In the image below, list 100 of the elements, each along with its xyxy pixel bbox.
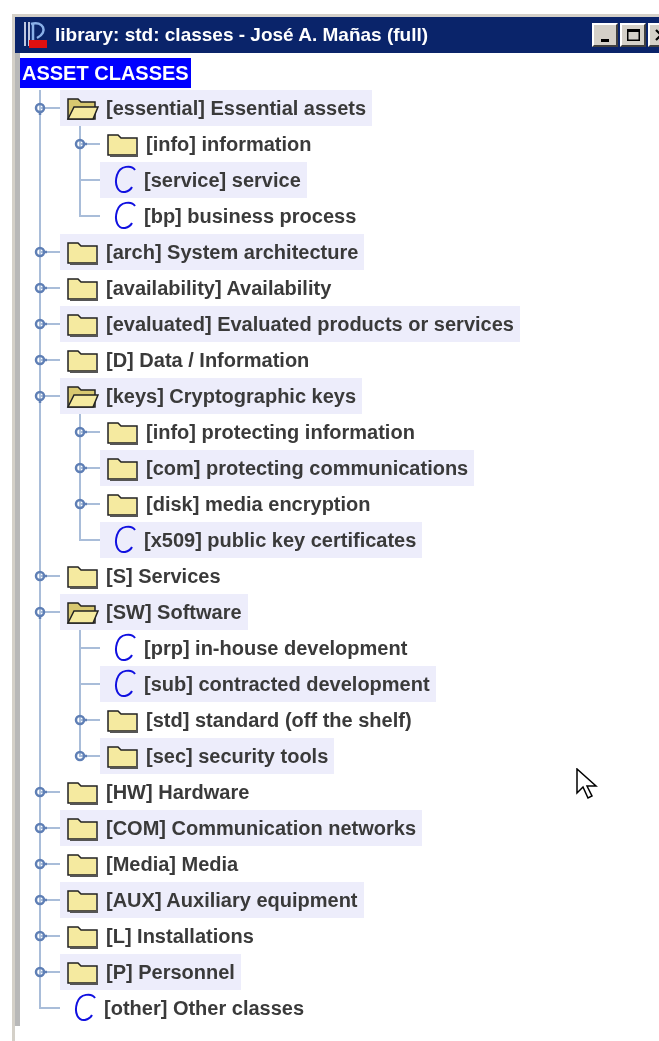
class-c-icon xyxy=(112,201,138,231)
folder-icon xyxy=(66,347,100,373)
tree-item[interactable]: [keys] Cryptographic keys xyxy=(60,378,363,414)
tree-item[interactable]: [std] standard (off the shelf) xyxy=(100,702,418,738)
tree-item[interactable]: [com] protecting communications xyxy=(100,450,475,486)
folder-icon xyxy=(106,491,140,517)
collapsed-handle-icon[interactable] xyxy=(33,353,47,367)
tree-item[interactable]: [service] service xyxy=(100,162,307,198)
folder-icon xyxy=(66,311,100,337)
class-c-icon xyxy=(72,993,98,1023)
folder-icon xyxy=(66,239,100,265)
tree-item[interactable]: [P] Personnel xyxy=(60,954,241,990)
tree-root-label[interactable]: ASSET CLASSES xyxy=(20,58,191,88)
tree-item[interactable]: [evaluated] Evaluated products or services xyxy=(60,306,520,342)
collapsed-handle-icon[interactable] xyxy=(33,857,47,871)
collapsed-handle-icon[interactable] xyxy=(33,569,47,583)
tree-item-label: [com] protecting communications xyxy=(146,456,469,481)
tree-item[interactable]: [other] Other classes xyxy=(60,990,311,1026)
tree-item[interactable]: [info] information xyxy=(100,126,318,162)
class-c-icon xyxy=(112,669,138,699)
tree-item-label: [Media] Media xyxy=(106,852,239,877)
maximize-icon xyxy=(626,29,640,41)
window-title: library: std: classes - José A. Mañas (full) xyxy=(55,22,429,47)
tree-item[interactable]: [SW] Software xyxy=(60,594,248,630)
tree-item[interactable]: [Media] Media xyxy=(60,846,245,882)
tree-item-label: [AUX] Auxiliary equipment xyxy=(106,888,358,913)
tree-item-label: [info] information xyxy=(146,132,312,157)
collapsed-handle-icon[interactable] xyxy=(33,317,47,331)
tree-item[interactable]: [disk] media encryption xyxy=(100,486,377,522)
collapsed-handle-icon[interactable] xyxy=(33,821,47,835)
collapsed-handle-icon[interactable] xyxy=(33,785,47,799)
tree-item[interactable]: [sec] security tools xyxy=(100,738,335,774)
tree-item-label: [sub] contracted development xyxy=(144,672,430,697)
open-folder-icon xyxy=(66,599,100,625)
tree-item-label: [availability] Availability xyxy=(106,276,332,301)
tree-item-label: [arch] System architecture xyxy=(106,240,359,265)
collapsed-handle-icon[interactable] xyxy=(33,281,47,295)
tree-item-label: [P] Personnel xyxy=(106,960,235,985)
collapsed-handle-icon[interactable] xyxy=(73,713,87,727)
tree-item[interactable]: [availability] Availability xyxy=(60,270,338,306)
collapsed-handle-icon[interactable] xyxy=(33,245,47,259)
tree-item-label: [evaluated] Evaluated products or services xyxy=(106,312,514,337)
collapsed-handle-icon[interactable] xyxy=(73,137,87,151)
class-c-icon xyxy=(112,165,138,195)
tree-item-label: [HW] Hardware xyxy=(106,780,250,805)
tree-item[interactable]: [x509] public key certificates xyxy=(100,522,423,558)
minimize-button[interactable] xyxy=(592,23,618,47)
tree-item[interactable]: [info] protecting information xyxy=(100,414,421,450)
collapsed-handle-icon[interactable] xyxy=(73,497,87,511)
folder-icon xyxy=(66,959,100,985)
tree-item-label: [L] Installations xyxy=(106,924,254,949)
maximize-button[interactable] xyxy=(620,23,646,47)
collapsed-handle-icon[interactable] xyxy=(33,929,47,943)
collapsed-handle-icon[interactable] xyxy=(73,425,87,439)
tree-item-label: [disk] media encryption xyxy=(146,492,371,517)
collapsed-handle-icon[interactable] xyxy=(73,461,87,475)
tree-item-label: [info] protecting information xyxy=(146,420,415,445)
tree-item[interactable]: [sub] contracted development xyxy=(100,666,436,702)
tree-item[interactable]: [essential] Essential assets xyxy=(60,90,373,126)
tree-item-label: [SW] Software xyxy=(106,600,242,625)
expanded-handle-icon[interactable] xyxy=(33,101,47,115)
folder-icon xyxy=(66,851,100,877)
tree-item-label: [COM] Communication networks xyxy=(106,816,416,841)
class-c-icon xyxy=(112,525,138,555)
tree-item[interactable]: [D] Data / Information xyxy=(60,342,316,378)
tree-item[interactable]: [HW] Hardware xyxy=(60,774,256,810)
class-c-icon xyxy=(112,633,138,663)
tree-item-label: [essential] Essential assets xyxy=(106,96,367,121)
collapsed-handle-icon[interactable] xyxy=(33,965,47,979)
tree-item[interactable]: [L] Installations xyxy=(60,918,260,954)
tree-item[interactable]: [COM] Communication networks xyxy=(60,810,422,846)
tree-item-label: [keys] Cryptographic keys xyxy=(106,384,357,409)
folder-icon xyxy=(106,707,140,733)
folder-icon xyxy=(106,131,140,157)
tree-item-label: [bp] business process xyxy=(144,204,357,229)
folder-icon xyxy=(106,419,140,445)
open-folder-icon xyxy=(66,383,100,409)
collapsed-handle-icon[interactable] xyxy=(33,893,47,907)
tree-item-label: [prp] in-house development xyxy=(144,636,408,661)
folder-icon xyxy=(66,563,100,589)
tree-item-label: [D] Data / Information xyxy=(106,348,310,373)
tree-item-label: [other] Other classes xyxy=(104,996,305,1021)
minimize-icon xyxy=(601,39,609,42)
expanded-handle-icon[interactable] xyxy=(33,605,47,619)
tree-item-label: [x509] public key certificates xyxy=(144,528,417,553)
folder-icon xyxy=(106,455,140,481)
tree-item[interactable]: [prp] in-house development xyxy=(100,630,414,666)
folder-icon xyxy=(66,275,100,301)
open-folder-icon xyxy=(66,95,100,121)
folder-icon xyxy=(66,923,100,949)
tree-item-label: [std] standard (off the shelf) xyxy=(146,708,412,733)
tree-item[interactable]: [S] Services xyxy=(60,558,227,594)
expanded-handle-icon[interactable] xyxy=(33,389,47,403)
tree-item[interactable]: [arch] System architecture xyxy=(60,234,365,270)
folder-icon xyxy=(66,815,100,841)
collapsed-handle-icon[interactable] xyxy=(73,749,87,763)
tree-item[interactable]: [bp] business process xyxy=(100,198,363,234)
tree-item[interactable]: [AUX] Auxiliary equipment xyxy=(60,882,364,918)
tree-item-label: [service] service xyxy=(144,168,301,193)
folder-icon xyxy=(66,779,100,805)
